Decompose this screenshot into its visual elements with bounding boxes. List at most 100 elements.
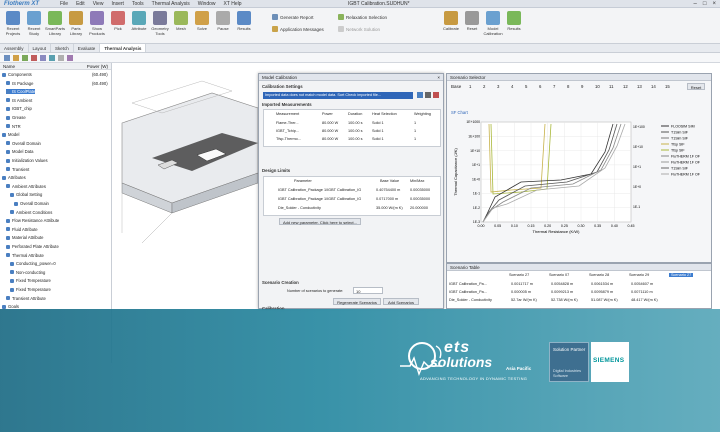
tree-item[interactable]: Initialization Values	[6, 158, 48, 163]
tab[interactable]: Assembly	[0, 44, 29, 52]
ribbon-button[interactable]: Geometry Tools	[149, 11, 171, 36]
ribbon-button[interactable]: Results	[503, 11, 525, 32]
tree-item[interactable]: IS CoolPlate	[6, 89, 36, 95]
tree-item[interactable]: Conducting_power=0	[10, 261, 56, 266]
scenario-table-cell[interactable]: 48.417 W/(m K)	[631, 298, 658, 302]
scenario-number[interactable]: 15	[665, 84, 670, 89]
scenario-number[interactable]: 13	[637, 84, 642, 89]
scenario-table-cell[interactable]: 0.0095879 m	[591, 290, 613, 294]
meas-cell[interactable]: Solid 1	[372, 121, 384, 125]
scenario-number[interactable]: 6	[539, 84, 541, 89]
scenario-column-header[interactable]: Scenario 07	[549, 273, 569, 277]
scenario-column-header[interactable]: Scenario 28	[589, 273, 609, 277]
ribbon-button[interactable]: Attribute	[128, 11, 150, 32]
ribbon-button[interactable]: Solve	[191, 11, 213, 32]
meas-cell[interactable]: IGBT_Tchip...	[276, 129, 299, 133]
scenario-number[interactable]: 5	[525, 84, 527, 89]
scenario-number[interactable]: 8	[567, 84, 569, 89]
limit-cell[interactable]: 0.0717000 m	[376, 197, 398, 201]
limit-cell[interactable]: 0.00035000	[410, 188, 430, 192]
ribbon-button[interactable]: Results	[233, 11, 255, 32]
tree-item[interactable]: Transient Attribute	[6, 296, 46, 301]
add-parameter-button[interactable]: Add new parameter. Click here to select.…	[279, 218, 361, 225]
tree-item[interactable]: IS Package	[6, 81, 33, 86]
limit-cell[interactable]: 0.00035000	[410, 197, 430, 201]
refresh-icon[interactable]	[425, 92, 431, 98]
dialog-close-icon[interactable]: ×	[437, 75, 440, 80]
tree-item[interactable]: Fluid Attribute	[6, 227, 38, 232]
tree-item[interactable]: Grease	[6, 115, 26, 120]
scenario-table-cell[interactable]: 0.0054607 m	[631, 282, 653, 286]
meas-cell[interactable]: 80.000 W	[322, 137, 338, 141]
menu-item[interactable]: Window	[198, 1, 216, 7]
tree-item[interactable]: Non-conducting	[10, 270, 45, 275]
scenario-number[interactable]: 11	[609, 84, 613, 89]
menu-item[interactable]: XT Help	[224, 1, 242, 7]
tree-item[interactable]: Attributes	[2, 175, 26, 180]
scenario-number[interactable]: 10	[595, 84, 600, 89]
meas-cell[interactable]: 1	[414, 137, 416, 141]
meas-cell[interactable]: Solid 1	[372, 129, 384, 133]
scenario-number[interactable]: 4	[511, 84, 513, 89]
meas-cell[interactable]: 1	[414, 129, 416, 133]
add-scenarios-button[interactable]: Add Scenarios	[383, 298, 419, 305]
close-button[interactable]: ×	[712, 1, 716, 7]
ribbon-button[interactable]: Mesh	[170, 11, 192, 32]
tree-item[interactable]: Thermal Attribute	[6, 253, 44, 258]
scenario-column-header[interactable]: Scenario 29	[629, 273, 649, 277]
scenario-table-cell[interactable]: 0.0099213 m	[551, 290, 573, 294]
tree-item[interactable]: Global Setting	[10, 192, 42, 197]
tree-item[interactable]: Overall Domain	[14, 201, 49, 206]
scenario-table-cell[interactable]: 0.0071110 m	[631, 290, 653, 294]
delete-icon[interactable]	[433, 92, 439, 98]
application-messages-button[interactable]: Application Messages	[272, 26, 324, 32]
tree-item[interactable]: Transient	[6, 167, 29, 172]
regenerate-scenarios-button[interactable]: Regenerate Scenarios	[333, 298, 381, 305]
minimize-button[interactable]: –	[694, 1, 697, 7]
tree-item[interactable]: Ambient Conditions	[10, 210, 52, 215]
ribbon-button[interactable]: Pause	[212, 11, 234, 32]
import-icon[interactable]	[417, 92, 423, 98]
menu-item[interactable]: Thermal Analysis	[152, 1, 190, 7]
scenario-number[interactable]: 14	[651, 84, 656, 89]
tree-item[interactable]: Fixed Temperature	[10, 287, 51, 292]
scenario-number[interactable]: 7	[553, 84, 555, 89]
menu-item[interactable]: File	[60, 1, 68, 7]
tree-item[interactable]: IS Ambient	[6, 98, 32, 103]
tab[interactable]: Thermal Analysis	[100, 44, 147, 52]
ribbon-button[interactable]: Calibrate	[440, 11, 462, 32]
scenario-table-cell[interactable]: 0.0054828 m	[551, 282, 573, 286]
meas-cell[interactable]: 100.00 s	[348, 137, 363, 141]
network-solution-button[interactable]: Network Solution	[338, 26, 380, 32]
ribbon-button[interactable]: Pick	[107, 11, 129, 32]
scenario-number[interactable]: 3	[497, 84, 499, 89]
ribbon-button[interactable]: Reset	[461, 11, 483, 32]
ribbon-button[interactable]: Parts Library	[65, 11, 87, 36]
reset-button[interactable]: Reset	[687, 83, 705, 90]
tab[interactable]: Sketch	[51, 44, 74, 52]
limit-cell[interactable]: IGBT Calibration_Package 1/IGBT Calibrat…	[278, 188, 361, 192]
meas-cell[interactable]: 80.000 W	[322, 121, 338, 125]
scenario-table-cell[interactable]: 52.7ar W/(m K)	[511, 298, 537, 302]
tree-item[interactable]: Ambient Attributes	[6, 184, 46, 189]
meas-cell[interactable]: Solid 1	[372, 137, 384, 141]
tree-item[interactable]: Material Attribute	[6, 235, 43, 240]
scenario-number[interactable]: 2	[483, 84, 485, 89]
tab[interactable]: Layout	[29, 44, 52, 52]
meas-cell[interactable]: Tfsp-Thermo...	[276, 137, 301, 141]
sf-chart-tab[interactable]: SF Chart	[451, 110, 468, 115]
scenario-table-cell[interactable]: 52.738 W/(m K)	[551, 298, 578, 302]
meas-cell[interactable]: 80.000 W	[322, 129, 338, 133]
limit-cell[interactable]: IGBT Calibration_Package 1/IGBT Calibrat…	[278, 197, 361, 201]
tree-item[interactable]: Fixed Temperature	[10, 278, 51, 283]
tree-item[interactable]: Components	[2, 72, 32, 77]
ribbon-button[interactable]: SmartParts Library	[44, 11, 66, 36]
tab[interactable]: Evaluate	[74, 44, 101, 52]
scenario-number[interactable]: 12	[623, 84, 628, 89]
meas-cell[interactable]: Flame-Ther...	[276, 121, 299, 125]
scenario-number[interactable]: 1	[469, 84, 471, 89]
ribbon-button[interactable]: Recent Projects	[2, 11, 24, 36]
tree-item[interactable]: NTR	[6, 124, 21, 129]
meas-cell[interactable]: 100.00 s	[348, 121, 363, 125]
scenario-table-cell[interactable]: 0.0061534 m	[591, 282, 613, 286]
